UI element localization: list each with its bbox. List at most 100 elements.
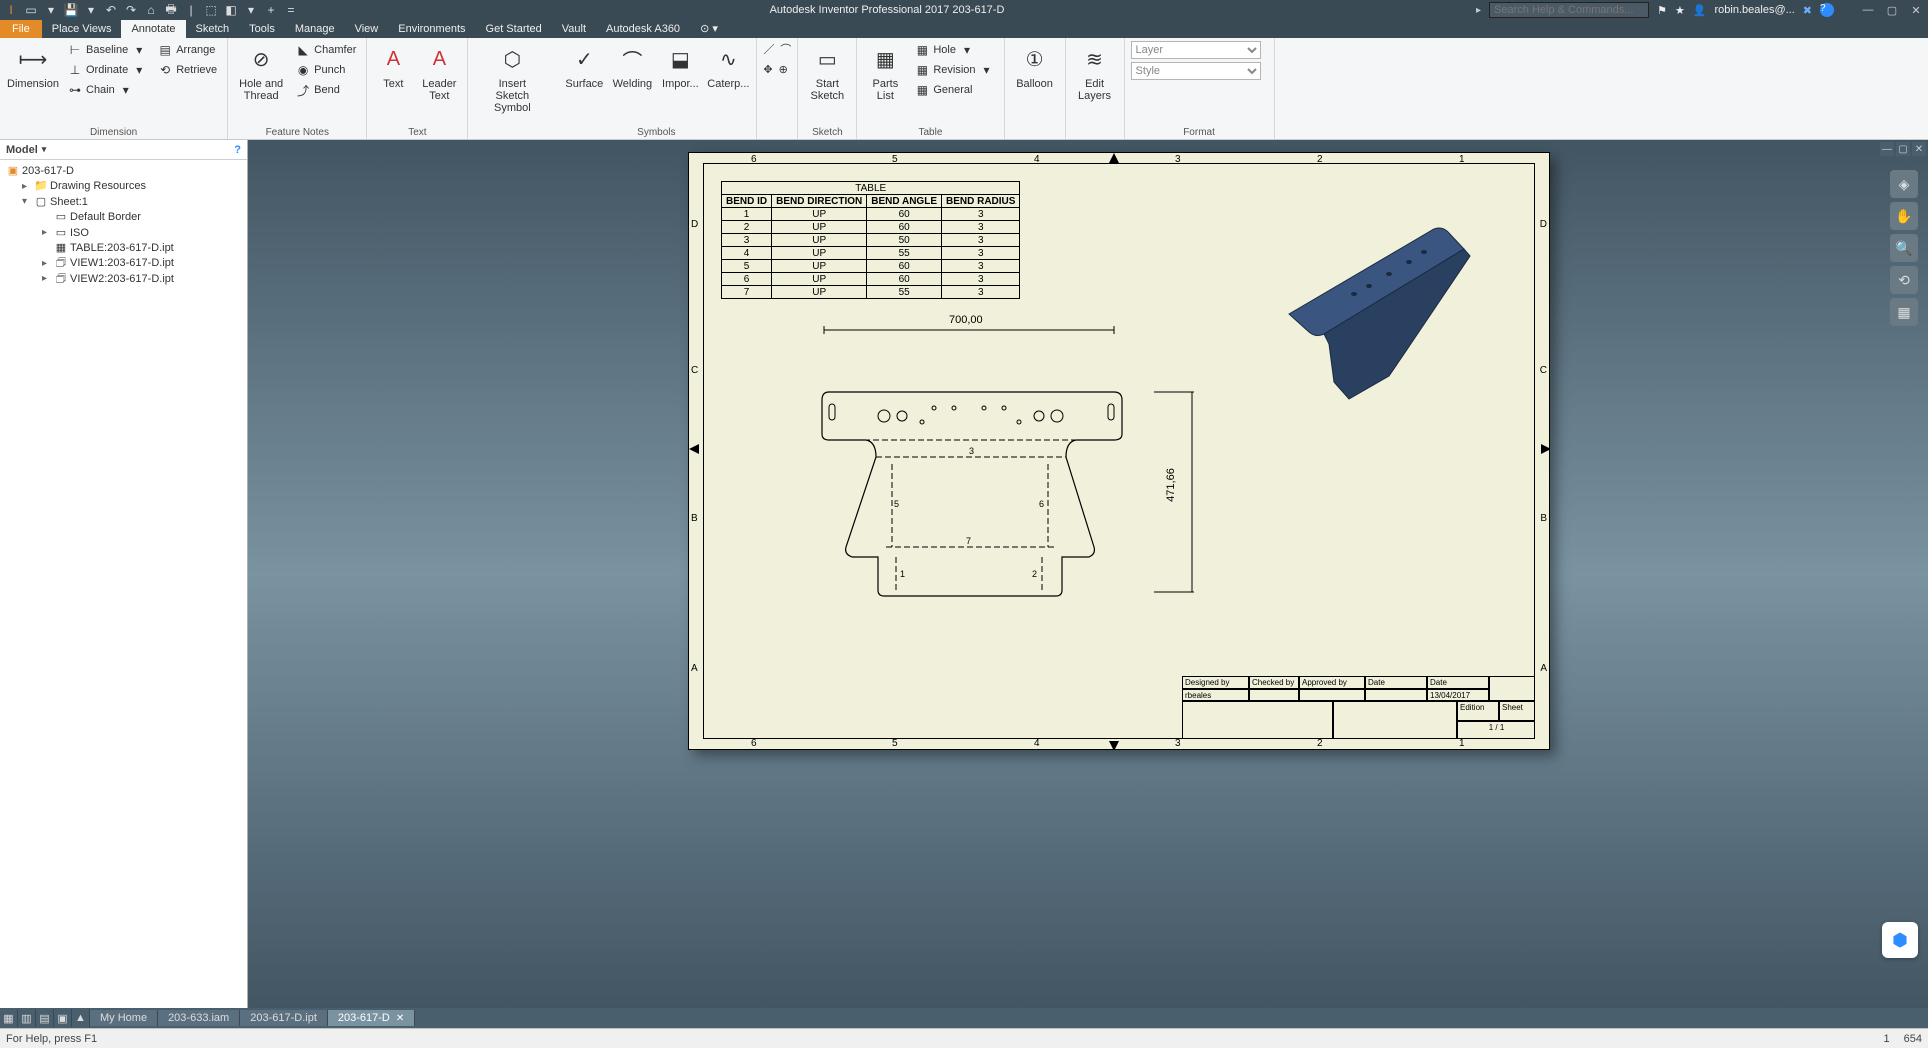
user-name[interactable]: robin.beales@... xyxy=(1715,4,1795,16)
file-tab[interactable]: File xyxy=(0,20,42,38)
tab-a360[interactable]: Autodesk A360 xyxy=(596,20,690,38)
hole-table-button[interactable]: ▦Hole▾ xyxy=(911,41,997,59)
plus-icon[interactable]: + xyxy=(264,3,278,17)
redo-icon[interactable]: ↷ xyxy=(124,3,138,17)
parts-list-button[interactable]: ▦ Parts List xyxy=(863,41,907,104)
tab-layout-icon[interactable]: ▦ xyxy=(0,1009,18,1027)
tree-item[interactable]: ▦TABLE:203-617-D.ipt xyxy=(2,241,245,256)
close-tab-icon[interactable]: ✕ xyxy=(396,1013,404,1024)
chamfer-button[interactable]: ◣Chamfer xyxy=(292,41,360,59)
tab-annotate[interactable]: Annotate xyxy=(121,20,185,38)
drawing-canvas[interactable]: — ▢ ✕ ◈ ✋ 🔍 ⟲ ▦ ⬢ 6 5 4 3 2 1 6 5 4 3 2 … xyxy=(248,140,1928,1008)
move-icon[interactable]: ✥ xyxy=(763,63,772,76)
material-icon[interactable]: ◧ xyxy=(224,3,238,17)
insert-sketch-symbol-button[interactable]: ⬡ Insert Sketch Symbol xyxy=(474,41,550,116)
general-button[interactable]: ▦General xyxy=(911,81,997,99)
tab-layout-icon[interactable]: ▣ xyxy=(54,1009,72,1027)
retrieve-button[interactable]: ⟲Retrieve xyxy=(154,61,221,79)
dimension-button[interactable]: ⟼ Dimension xyxy=(6,41,60,92)
restore-button[interactable]: ▢ xyxy=(1884,2,1900,18)
text-button[interactable]: A Text xyxy=(373,41,413,92)
user-icon[interactable]: 👤 xyxy=(1693,4,1707,17)
help-icon[interactable]: ? xyxy=(234,144,241,156)
style-select[interactable]: Style xyxy=(1131,62,1261,80)
cursor-icon[interactable]: ⬚ xyxy=(204,3,218,17)
close-button[interactable]: ✕ xyxy=(1908,2,1924,18)
print-icon[interactable]: 🖶 xyxy=(164,3,178,17)
tree-item[interactable]: ▸🗇VIEW2:203-617-D.ipt xyxy=(2,272,245,287)
search-input[interactable] xyxy=(1489,2,1649,18)
tab-environments[interactable]: Environments xyxy=(388,20,475,38)
tree-item[interactable]: ▾▢Sheet:1 xyxy=(2,195,245,210)
balloon-button[interactable]: ① Balloon xyxy=(1011,41,1059,92)
save-icon[interactable]: 💾 xyxy=(64,3,78,17)
tab-place-views[interactable]: Place Views xyxy=(42,20,122,38)
ordinate-button[interactable]: ⊥Ordinate▾ xyxy=(64,61,150,79)
tree-root[interactable]: ▣203-617-D xyxy=(2,164,245,179)
tree-item[interactable]: ▸🗇VIEW1:203-617-D.ipt xyxy=(2,256,245,271)
dropdown-icon[interactable]: ▾ xyxy=(84,3,98,17)
surface-button[interactable]: ✓Surface xyxy=(562,41,606,92)
ribbon: ⟼ Dimension ⊢Baseline▾ ⊥Ordinate▾ ⊶Chain… xyxy=(0,38,1928,140)
hole-thread-button[interactable]: ⊘ Hole and Thread xyxy=(234,41,288,104)
line-icon[interactable]: ／ xyxy=(763,41,774,57)
tab-up-icon[interactable]: ▲ xyxy=(72,1009,90,1027)
dropdown-icon[interactable]: ▾ xyxy=(44,3,58,17)
doc-tab[interactable]: 203-617-D.ipt xyxy=(240,1010,328,1026)
doc-tab[interactable]: 203-633.iam xyxy=(158,1010,240,1026)
open-icon[interactable]: ▭ xyxy=(24,3,38,17)
bend-cell: 6 xyxy=(722,273,772,286)
tab-get-started[interactable]: Get Started xyxy=(476,20,552,38)
punch-button[interactable]: ◉Punch xyxy=(292,61,360,79)
arrange-button[interactable]: ▤Arrange xyxy=(154,41,221,59)
doc-tab-active[interactable]: 203-617-D✕ xyxy=(328,1010,415,1026)
tab-vault[interactable]: Vault xyxy=(552,20,596,38)
star-icon[interactable]: ★ xyxy=(1675,4,1685,17)
help-icon[interactable]: ? xyxy=(1820,3,1834,17)
edit-layers-button[interactable]: ≋ Edit Layers xyxy=(1072,41,1118,104)
svg-text:3: 3 xyxy=(969,446,974,456)
close-icon[interactable]: ✕ xyxy=(1912,142,1926,156)
revision-button[interactable]: ▦Revision▾ xyxy=(911,61,997,79)
doc-tab[interactable]: My Home xyxy=(90,1010,158,1026)
import-button[interactable]: ⬓Impor... xyxy=(658,41,702,92)
bend-button[interactable]: ⤴Bend xyxy=(292,81,360,99)
tab-manage[interactable]: Manage xyxy=(285,20,345,38)
restore-icon[interactable]: ▢ xyxy=(1896,142,1910,156)
dropdown-icon[interactable]: ▾ xyxy=(244,3,258,17)
baseline-button[interactable]: ⊢Baseline▾ xyxy=(64,41,150,59)
tab-bullet[interactable]: ⊙ ▾ xyxy=(690,19,728,38)
exchange-icon[interactable]: ✖ xyxy=(1803,4,1812,17)
start-sketch-button[interactable]: ▭ Start Sketch xyxy=(804,41,850,104)
tab-view[interactable]: View xyxy=(345,20,389,38)
minimize-icon[interactable]: — xyxy=(1880,142,1894,156)
arc-icon[interactable]: ⌒ xyxy=(780,41,791,57)
title-bar: I ▭ ▾ 💾 ▾ ↶ ↷ ⌂ 🖶 | ⬚ ◧ ▾ + = Autodesk I… xyxy=(0,0,1928,20)
lookat-icon[interactable]: ▦ xyxy=(1890,298,1918,326)
pan-icon[interactable]: ✋ xyxy=(1890,202,1918,230)
leader-text-button[interactable]: A Leader Text xyxy=(417,41,461,104)
chain-button[interactable]: ⊶Chain▾ xyxy=(64,81,150,99)
layer-select[interactable]: Layer xyxy=(1131,41,1261,59)
equals-icon[interactable]: = xyxy=(284,3,298,17)
tree-item[interactable]: ▸📁Drawing Resources xyxy=(2,179,245,194)
tree-item[interactable]: ▸▭ISO xyxy=(2,226,245,241)
welding-button[interactable]: ⌒Welding xyxy=(610,41,654,92)
tab-tools[interactable]: Tools xyxy=(239,20,285,38)
tree-item[interactable]: ▭Default Border xyxy=(2,210,245,225)
tab-layout-icon[interactable]: ▥ xyxy=(18,1009,36,1027)
tab-layout-icon[interactable]: ▤ xyxy=(36,1009,54,1027)
minimize-button[interactable]: — xyxy=(1860,2,1876,18)
a360-badge[interactable]: ⬢ xyxy=(1882,922,1918,958)
viewcube-icon[interactable]: ◈ xyxy=(1890,170,1918,198)
tab-sketch[interactable]: Sketch xyxy=(186,20,240,38)
home-icon[interactable]: ⌂ xyxy=(144,3,158,17)
caterp-button[interactable]: ∿Caterp... xyxy=(706,41,750,92)
orbit-icon[interactable]: ⟲ xyxy=(1890,266,1918,294)
zoom-icon[interactable]: 🔍 xyxy=(1890,234,1918,262)
flag-icon[interactable]: ⚑ xyxy=(1657,4,1667,17)
target-icon[interactable]: ⊕ xyxy=(779,63,788,76)
model-browser-header[interactable]: Model▾ ? xyxy=(0,140,247,160)
arrow-icon[interactable]: ▸ xyxy=(1476,5,1481,16)
undo-icon[interactable]: ↶ xyxy=(104,3,118,17)
